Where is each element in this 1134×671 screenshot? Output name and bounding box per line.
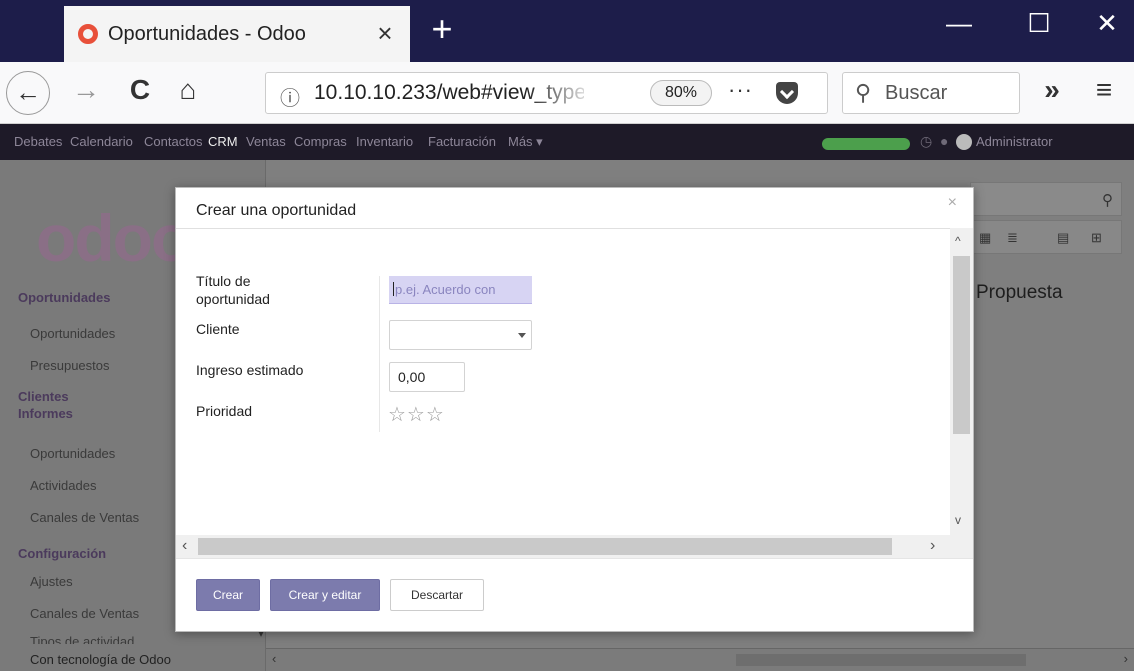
odoo-logo: odoo <box>36 201 191 275</box>
title-placeholder: p.ej. Acuerdo con <box>395 282 496 297</box>
minimize-button[interactable]: — <box>934 8 984 39</box>
sidebar-item-ajustes[interactable]: Ajustes <box>30 574 73 589</box>
scroll-down-icon[interactable]: v <box>955 513 961 527</box>
background-hscrollbar: ‹ › <box>266 648 1134 671</box>
background-search-bar: ⚲ <box>970 182 1122 216</box>
horizontal-scroll-thumb[interactable] <box>198 538 892 555</box>
url-bar[interactable]: ⓘ 10.10.10.233/web#view_type= 80% ··· <box>265 72 828 114</box>
page-actions-icon[interactable]: ··· <box>728 77 753 103</box>
dialog-scroll-area: Título de oportunidad Cliente Ingreso es… <box>176 228 950 535</box>
browser-tab[interactable]: Oportunidades - Odoo × <box>64 6 410 62</box>
home-button[interactable]: ⌂ <box>168 74 208 112</box>
search-placeholder: Buscar <box>885 82 948 104</box>
dialog-title: Crear una oportunidad <box>196 202 357 219</box>
zoom-level-badge[interactable]: 80% <box>650 80 712 106</box>
maximize-button[interactable]: ☐ <box>1014 8 1064 39</box>
sidebar-item-oportunidades[interactable]: Oportunidades <box>30 326 115 341</box>
sidebar-section-clientes[interactable]: Clientes <box>18 389 69 404</box>
dialog-header: Crear una oportunidad × <box>176 188 973 228</box>
hamburger-menu-icon[interactable]: ≡ <box>1084 74 1124 112</box>
pocket-icon[interactable] <box>776 82 798 104</box>
calendar-view-icon: ▤ <box>1057 230 1070 245</box>
overflow-icon[interactable]: » <box>1032 74 1072 112</box>
create-opportunity-dialog: Crear una oportunidad × Título de oportu… <box>175 187 974 632</box>
search-icon: ⚲ <box>855 80 872 105</box>
forward-button[interactable]: → <box>66 74 106 112</box>
chat-icon[interactable]: ● <box>940 133 948 149</box>
menu-item-ventas[interactable]: Ventas <box>246 134 286 149</box>
menu-item-compras[interactable]: Compras <box>294 134 347 149</box>
sidebar-item-actividades[interactable]: Actividades <box>30 478 96 493</box>
menu-item-crm[interactable]: CRM <box>208 134 238 149</box>
back-button[interactable]: ← <box>6 71 50 115</box>
scroll-left-icon[interactable]: ‹ <box>182 537 187 555</box>
browser-nav-bar: ← → C ⌂ ⓘ 10.10.10.233/web#view_type= 80… <box>0 62 1134 124</box>
dialog-vertical-scrollbar[interactable]: ^ v <box>950 228 973 535</box>
list-view-icon: ≣ <box>1007 230 1018 245</box>
info-icon[interactable]: ⓘ <box>280 82 300 111</box>
menu-item-facturacion[interactable]: Facturación <box>428 134 496 149</box>
sidebar-section-informes: Informes <box>18 406 73 421</box>
title-label: Título de oportunidad <box>196 273 270 307</box>
tab-close-icon[interactable]: × <box>370 18 400 49</box>
tab-title: Oportunidades - Odoo <box>108 22 306 45</box>
user-name[interactable]: Administrator <box>976 134 1053 149</box>
sidebar-item-informes-oportunidades[interactable]: Oportunidades <box>30 446 115 461</box>
expected-revenue-input[interactable]: 0,00 <box>389 362 465 392</box>
magnifier-icon: ⚲ <box>1102 192 1113 209</box>
odoo-top-menu: Debates Calendario Contactos CRM Ventas … <box>0 124 1134 160</box>
create-button[interactable]: Crear <box>196 579 260 611</box>
discard-button[interactable]: Descartar <box>390 579 484 611</box>
close-window-button[interactable]: ✕ <box>1082 8 1132 39</box>
browser-tab-bar: Oportunidades - Odoo × + — ☐ ✕ <box>0 0 1134 62</box>
pivot-view-icon: ⊞ <box>1091 230 1102 245</box>
dialog-close-icon[interactable]: × <box>948 194 957 212</box>
revenue-label: Ingreso estimado <box>196 362 304 378</box>
caret-down-icon <box>518 333 526 338</box>
sidebar-item-canales-ventas[interactable]: Canales de Ventas <box>30 510 139 525</box>
scroll-right-icon[interactable]: › <box>930 537 935 555</box>
progress-pill <box>822 138 910 150</box>
scroll-up-icon[interactable]: ^ <box>955 234 961 248</box>
menu-item-contactos[interactable]: Contactos <box>144 134 203 149</box>
priority-stars[interactable]: ☆☆☆ <box>388 402 445 427</box>
browser-search-input[interactable]: ⚲ Buscar <box>842 72 1020 114</box>
view-switcher: ▦ ≣ ▤ ⊞ <box>970 220 1122 254</box>
dialog-footer: Crear Crear y editar Descartar <box>176 558 973 631</box>
sidebar-item-presupuestos[interactable]: Presupuestos <box>30 358 110 373</box>
priority-label: Prioridad <box>196 403 253 419</box>
sidebar-section-oportunidades[interactable]: Oportunidades <box>18 290 110 305</box>
customer-select[interactable] <box>389 320 532 350</box>
kanban-view-icon: ▦ <box>979 230 992 245</box>
new-tab-button[interactable]: + <box>422 8 462 50</box>
sidebar-item-tipos-actividad[interactable]: Tipos de actividad <box>30 634 134 644</box>
reload-button[interactable]: C <box>120 74 160 112</box>
menu-item-calendario[interactable]: Calendario <box>70 134 133 149</box>
clock-icon[interactable]: ◷ <box>920 133 932 150</box>
dialog-body: Título de oportunidad Cliente Ingreso es… <box>176 228 973 558</box>
dialog-horizontal-scrollbar[interactable]: ‹ › <box>176 535 950 558</box>
kanban-column-propuesta: Propuesta <box>976 282 1063 303</box>
sidebar-section-configuracion: Configuración <box>18 546 107 561</box>
create-and-edit-button[interactable]: Crear y editar <box>270 579 380 611</box>
menu-item-mas[interactable]: Más ▾ <box>508 134 543 150</box>
powered-by-footer[interactable]: Con tecnología de Odoo <box>30 652 171 667</box>
scroll-left-icon: ‹ <box>272 651 277 666</box>
vertical-scroll-thumb[interactable] <box>953 256 970 434</box>
menu-item-inventario[interactable]: Inventario <box>356 134 413 149</box>
avatar[interactable] <box>956 134 972 150</box>
opportunity-title-input[interactable]: p.ej. Acuerdo con <box>389 276 532 304</box>
odoo-favicon-icon <box>78 24 98 44</box>
customer-label: Cliente <box>196 321 240 337</box>
scroll-right-icon: › <box>1123 651 1128 666</box>
menu-item-debates[interactable]: Debates <box>14 134 62 149</box>
sidebar-item-config-canales[interactable]: Canales de Ventas <box>30 606 139 621</box>
